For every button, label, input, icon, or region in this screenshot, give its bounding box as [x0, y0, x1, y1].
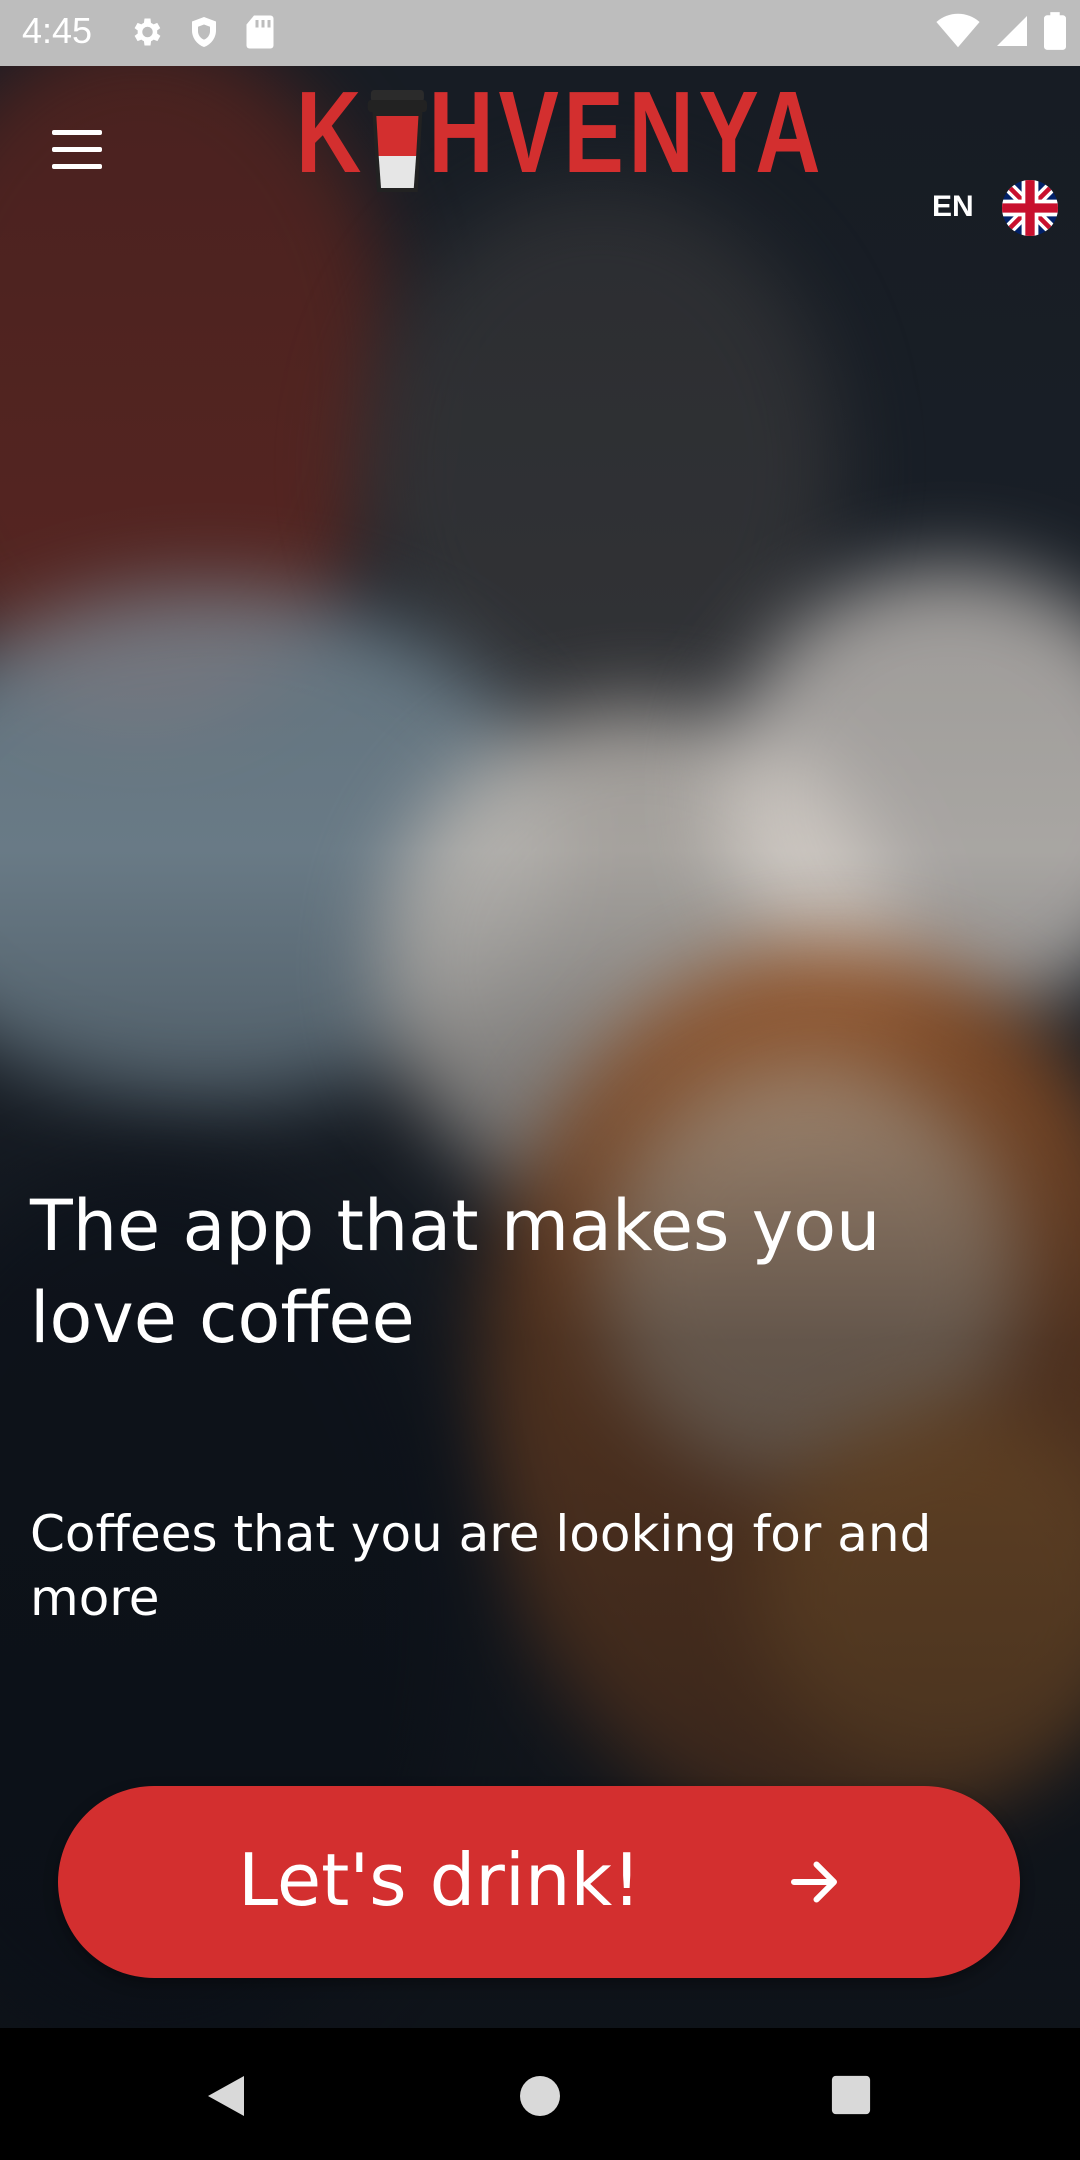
hero-subline: Coffees that you are looking for and mor… — [30, 1505, 932, 1627]
hero-background — [0, 66, 1080, 2028]
sd-card-icon — [246, 15, 274, 49]
status-bar: 4:45 — [0, 0, 1080, 66]
arrow-right-icon — [791, 1861, 837, 1903]
status-icons-left — [128, 14, 276, 50]
logo-letter-k: K — [296, 66, 367, 197]
top-nav: K HVENYA EN — [0, 66, 1080, 236]
menu-button[interactable] — [38, 122, 116, 178]
status-time: 4:45 — [22, 10, 93, 51]
system-nav-bar — [0, 2028, 1080, 2160]
signal-icon — [997, 16, 1027, 46]
language-code[interactable]: EN — [932, 190, 974, 224]
lets-drink-button[interactable]: Let's drink! — [58, 1786, 1020, 1978]
coffee-cup-logo-icon — [367, 90, 427, 193]
shield-icon — [192, 17, 216, 47]
settings-icon — [134, 18, 161, 46]
hero-overlay — [0, 66, 1080, 2028]
wifi-icon — [936, 13, 980, 48]
back-icon[interactable] — [204, 2072, 248, 2120]
logo-text: HVENYA — [428, 66, 826, 197]
home-icon[interactable] — [518, 2074, 562, 2118]
recents-icon[interactable] — [830, 2074, 872, 2116]
cta-label: Let's drink! — [238, 1838, 642, 1922]
uk-flag-icon[interactable] — [1002, 180, 1058, 236]
battery-icon — [1044, 12, 1066, 50]
hero-headline: The app that makes you love coffee — [30, 1185, 881, 1359]
app-logo: K HVENYA — [296, 74, 975, 193]
status-icons-right — [936, 12, 1066, 50]
